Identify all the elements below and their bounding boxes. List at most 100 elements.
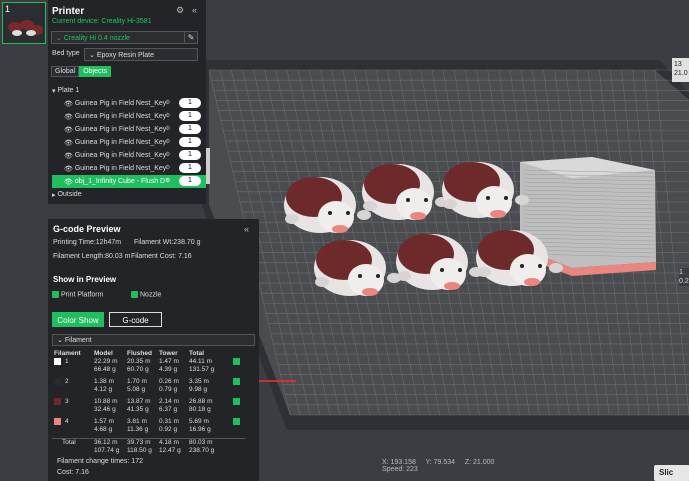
object-count[interactable]: 1 — [179, 176, 201, 186]
cell: 36.12 m — [94, 438, 118, 446]
layer-slider-bottom[interactable]: 1 0.2 — [679, 268, 689, 286]
nozzle-value: Creality Hi 0.4 nozzle — [63, 35, 130, 42]
list-item-selected[interactable]: 👁︎ obj_1_Infinity Cube - Flush D ⚙ 1 — [52, 175, 206, 188]
settings-icon[interactable]: ⚙ — [165, 112, 170, 119]
print-platform-label: Print Platform — [61, 291, 104, 299]
cell: 10.88 m — [94, 398, 118, 405]
cell: 1.38 m — [94, 378, 114, 385]
cell: 238.70 g — [189, 446, 215, 454]
z-coord: Z: 21.000 — [464, 459, 495, 466]
cell: 4.68 g — [94, 426, 113, 433]
current-device: Current device: Creality Hi-3581 — [52, 18, 152, 25]
list-item[interactable]: 👁︎ Guinea Pig in Field Nest_Key ⚙ 1 — [52, 97, 206, 110]
printer-title: Printer — [52, 6, 85, 17]
settings-icon[interactable]: ⚙ — [165, 177, 170, 184]
table-row: 4 1.57 m 4.68 g 3.81 m 11.36 g 0.31 m 0.92 … — [52, 418, 245, 438]
plate-node[interactable]: ▾ Plate 1 — [52, 84, 206, 97]
settings-icon[interactable]: ⚙ — [165, 138, 170, 145]
cell: 6.37 g — [159, 406, 178, 413]
outside-label: Outside — [57, 191, 82, 198]
settings-icon[interactable]: ⚙ — [165, 164, 170, 171]
settings-icon[interactable]: ⚙ — [165, 99, 170, 106]
cell: 26.88 m — [189, 398, 213, 405]
outside-node[interactable]: ▸ Outside — [52, 188, 206, 201]
filament-select[interactable]: ⌄ Filament — [52, 334, 255, 346]
object-name: Guinea Pig in Field Nest_Key — [74, 113, 167, 120]
settings-icon[interactable]: ⚙ — [165, 151, 170, 158]
collapse-icon[interactable]: « — [244, 224, 249, 234]
object-count[interactable]: 1 — [179, 150, 201, 160]
settings-icon[interactable]: ⚙ — [165, 125, 170, 132]
cell: 66.48 g — [94, 366, 116, 373]
eye-icon[interactable]: 👁︎ — [64, 126, 73, 134]
slice-button[interactable]: Slic — [654, 465, 689, 481]
cell: 4.39 g — [159, 366, 178, 373]
cell: 80.18 g — [189, 406, 211, 413]
cell: 44.11 m — [189, 358, 213, 365]
object-count[interactable]: 1 — [179, 163, 201, 173]
print-platform-checkbox[interactable]: Print Platform — [52, 291, 103, 298]
tab-objects[interactable]: Objects — [79, 66, 111, 77]
object-count[interactable]: 1 — [179, 137, 201, 147]
eye-icon[interactable]: 👁︎ — [64, 100, 73, 108]
filament-change-times: Filament change times: 172 — [57, 458, 143, 465]
list-item[interactable]: 👁︎ Guinea Pig in Field Nest_Key ⚙ 1 — [52, 162, 206, 175]
list-item[interactable]: 👁︎ Guinea Pig in Field Nest_Key ⚙ 1 — [52, 149, 206, 162]
visibility-checkbox[interactable] — [233, 358, 240, 365]
cell: 9.98 g — [189, 386, 208, 393]
nozzle-select[interactable]: ⌄ Creality Hi 0.4 nozzle — [51, 31, 198, 44]
filament-id: 3 — [65, 398, 69, 406]
edit-icon[interactable]: ✎ — [184, 31, 198, 44]
list-item[interactable]: 👁︎ Guinea Pig in Field Nest_Key ⚙ 1 — [52, 110, 206, 123]
table-row: 3 10.88 m 32.46 g 13.87 m 41.35 g 2.14 m 6.… — [52, 398, 245, 418]
color-swatch — [54, 358, 61, 365]
col-tower: Tower — [159, 349, 178, 357]
list-item[interactable]: 👁︎ Guinea Pig in Field Nest_Key ⚙ 1 — [52, 136, 206, 149]
printing-time: Printing Time:12h47m — [53, 239, 122, 246]
object-count[interactable]: 1 — [179, 124, 201, 134]
list-item[interactable]: 👁︎ Guinea Pig in Field Nest_Key ⚙ 1 — [52, 123, 206, 136]
col-flushed: Flushed — [127, 349, 152, 357]
col-filament: Filament — [54, 349, 81, 357]
layer-height: 0.2 — [679, 278, 689, 285]
object-count[interactable]: 1 — [179, 98, 201, 108]
eye-icon[interactable]: 👁︎ — [64, 113, 73, 121]
visibility-checkbox[interactable] — [233, 418, 240, 425]
visibility-checkbox[interactable] — [233, 378, 240, 385]
cell: 4.12 g — [94, 386, 113, 393]
eye-icon[interactable]: 👁︎ — [64, 165, 73, 173]
layer-slider-top[interactable]: 13 21.0 — [672, 58, 689, 82]
filament-table: Filament Model Flushed Tower Total 1 22.… — [52, 348, 245, 458]
gcode-button[interactable]: G-code — [109, 312, 162, 327]
color-swatch — [54, 378, 61, 385]
cell: 20.35 m — [127, 358, 151, 365]
cell: 39.73 m — [127, 438, 151, 446]
eye-icon[interactable]: 👁︎ — [64, 178, 73, 186]
visibility-checkbox[interactable] — [233, 398, 240, 405]
color-show-button[interactable]: Color Show — [52, 312, 104, 327]
object-name: Guinea Pig in Field Nest_Key — [74, 165, 167, 172]
bed-type-label: Bed type — [52, 50, 80, 57]
cell: 5.69 m — [189, 418, 209, 425]
show-in-preview-heading: Show in Preview — [53, 275, 117, 284]
position-readout: X: 193.158 Y: 79.534 Z: 21.000 Speed: 22… — [382, 459, 494, 473]
check-icon — [131, 291, 138, 298]
cell: 4.18 m — [159, 438, 179, 446]
cell: 12.47 g — [159, 446, 181, 454]
col-total: Total — [189, 349, 205, 357]
collapse-icon[interactable]: « — [192, 5, 197, 15]
plate-thumbnail[interactable]: 1 — [2, 2, 46, 44]
cost: Cost: 7.16 — [57, 469, 89, 476]
cell: 22.29 m — [94, 358, 118, 365]
settings-icon[interactable]: ⚙ — [176, 5, 184, 16]
layer-number: 13 — [674, 61, 682, 68]
tab-global[interactable]: Global — [51, 66, 80, 77]
cell: 0.26 m — [159, 378, 179, 385]
bed-type-select[interactable]: ⌄ Epoxy Resin Plate — [84, 48, 198, 61]
filament-weight: Filament Wt:238.70 g — [134, 239, 201, 246]
eye-icon[interactable]: 👁︎ — [64, 152, 73, 160]
object-count[interactable]: 1 — [179, 111, 201, 121]
eye-icon[interactable]: 👁︎ — [64, 139, 73, 147]
color-swatch — [54, 398, 61, 405]
nozzle-checkbox[interactable]: Nozzle — [131, 291, 161, 298]
